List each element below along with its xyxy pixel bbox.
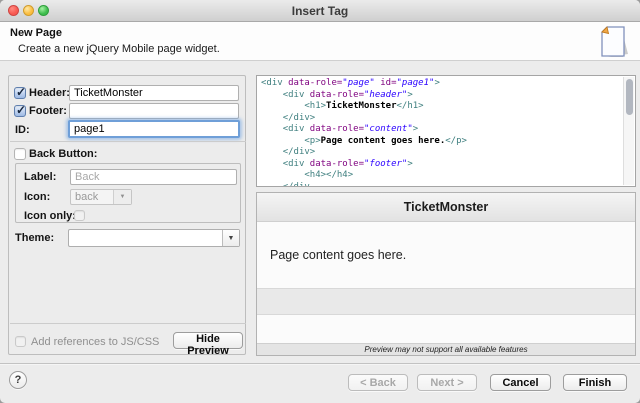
page-options-group: Header: Footer: ID: Back Button: Label: … xyxy=(8,75,246,355)
preview-page-content: Page content goes here. xyxy=(257,222,635,288)
back-button-label: Back Button: xyxy=(29,148,97,160)
id-label: ID: xyxy=(15,124,30,136)
wizard-banner: New Page Create a new jQuery Mobile page… xyxy=(0,22,640,61)
cancel-button[interactable]: Cancel xyxy=(490,374,551,391)
insert-tag-dialog: Insert Tag New Page Create a new jQuery … xyxy=(0,0,640,403)
scrollbar-thumb[interactable] xyxy=(626,79,633,115)
new-file-icon xyxy=(594,24,632,66)
icon-dropdown[interactable]: back ▼ xyxy=(70,189,132,205)
window-title: Insert Tag xyxy=(0,0,640,22)
page-title: New Page xyxy=(10,27,62,39)
theme-combobox-value xyxy=(69,230,222,246)
divider xyxy=(10,323,246,324)
back-button-checkbox[interactable] xyxy=(14,148,26,160)
add-references-label: Add references to JS/CSS xyxy=(31,336,159,348)
footer-checkbox[interactable] xyxy=(14,105,26,117)
scrollbar[interactable] xyxy=(623,77,634,185)
title-bar: Insert Tag xyxy=(0,0,640,22)
preview-page-footer xyxy=(257,288,635,315)
icon-dropdown-value: back xyxy=(71,190,113,204)
id-input[interactable] xyxy=(68,120,240,138)
footer-label: Footer: xyxy=(29,105,67,117)
page-preview: TicketMonster Page content goes here. Pr… xyxy=(256,192,636,356)
next-button[interactable]: Next > xyxy=(417,374,477,391)
chevron-down-icon: ▼ xyxy=(113,190,131,204)
back-button-options-group: Label: Icon: back ▼ Icon only: xyxy=(15,163,241,223)
header-input[interactable] xyxy=(69,85,239,101)
chevron-down-icon: ▼ xyxy=(222,230,239,246)
theme-label: Theme: xyxy=(15,232,54,244)
icon-label: Icon: xyxy=(24,191,50,203)
back-button[interactable]: < Back xyxy=(348,374,408,391)
page-subtitle: Create a new jQuery Mobile page widget. xyxy=(18,43,220,55)
finish-button[interactable]: Finish xyxy=(563,374,627,391)
preview-disclaimer: Preview may not support all available fe… xyxy=(257,343,635,355)
icon-only-checkbox[interactable] xyxy=(74,210,85,221)
back-label-input[interactable] xyxy=(70,169,237,185)
icon-only-label: Icon only: xyxy=(24,210,76,222)
header-label: Header: xyxy=(29,87,70,99)
divider xyxy=(0,363,640,365)
help-button[interactable]: ? xyxy=(9,371,27,389)
divider xyxy=(10,141,246,142)
add-references-checkbox[interactable] xyxy=(15,336,26,347)
code-editor[interactable]: <div data-role="page" id="page1"> <div d… xyxy=(256,75,636,187)
theme-combobox[interactable]: ▼ xyxy=(68,229,240,247)
preview-body-text: Page content goes here. xyxy=(270,248,406,262)
preview-page-header: TicketMonster xyxy=(257,193,635,222)
back-label-label: Label: xyxy=(24,171,56,183)
header-checkbox[interactable] xyxy=(14,87,26,99)
hide-preview-button[interactable]: Hide Preview xyxy=(173,332,243,349)
code-editor-content: <div data-role="page" id="page1"> <div d… xyxy=(261,78,622,186)
footer-input[interactable] xyxy=(69,103,239,119)
